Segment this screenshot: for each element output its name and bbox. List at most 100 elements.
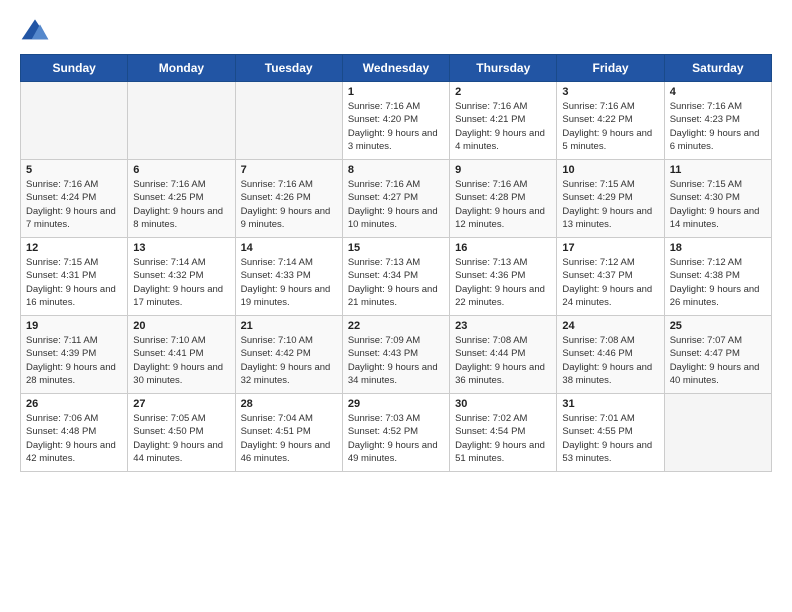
calendar-cell: 23 Sunrise: 7:08 AM Sunset: 4:44 PM Dayli… [450, 316, 557, 394]
day-info: Sunrise: 7:08 AM Sunset: 4:46 PM Dayligh… [562, 334, 658, 387]
day-number: 8 [348, 164, 444, 176]
logo [20, 16, 54, 46]
day-number: 25 [670, 320, 766, 332]
day-info: Sunrise: 7:01 AM Sunset: 4:55 PM Dayligh… [562, 412, 658, 465]
weekday-header-tuesday: Tuesday [235, 55, 342, 82]
day-number: 26 [26, 398, 122, 410]
calendar-cell: 9 Sunrise: 7:16 AM Sunset: 4:28 PM Daylig… [450, 160, 557, 238]
day-number: 3 [562, 86, 658, 98]
weekday-header-friday: Friday [557, 55, 664, 82]
day-number: 21 [241, 320, 337, 332]
calendar-cell: 14 Sunrise: 7:14 AM Sunset: 4:33 PM Dayli… [235, 238, 342, 316]
page-header [20, 16, 772, 46]
day-number: 18 [670, 242, 766, 254]
calendar-cell: 17 Sunrise: 7:12 AM Sunset: 4:37 PM Dayli… [557, 238, 664, 316]
weekday-header-monday: Monday [128, 55, 235, 82]
day-number: 20 [133, 320, 229, 332]
calendar-cell: 20 Sunrise: 7:10 AM Sunset: 4:41 PM Dayli… [128, 316, 235, 394]
day-number: 5 [26, 164, 122, 176]
weekday-header-sunday: Sunday [21, 55, 128, 82]
day-number: 19 [26, 320, 122, 332]
day-info: Sunrise: 7:08 AM Sunset: 4:44 PM Dayligh… [455, 334, 551, 387]
day-number: 29 [348, 398, 444, 410]
day-number: 27 [133, 398, 229, 410]
day-info: Sunrise: 7:16 AM Sunset: 4:20 PM Dayligh… [348, 100, 444, 153]
calendar-cell: 10Sunrise: 7:15 AM Sunset: 4:29 PM Dayli… [557, 160, 664, 238]
day-info: Sunrise: 7:10 AM Sunset: 4:42 PM Dayligh… [241, 334, 337, 387]
calendar-cell: 2 Sunrise: 7:16 AM Sunset: 4:21 PM Daylig… [450, 82, 557, 160]
day-info: Sunrise: 7:10 AM Sunset: 4:41 PM Dayligh… [133, 334, 229, 387]
weekday-header-thursday: Thursday [450, 55, 557, 82]
calendar-cell: 27 Sunrise: 7:05 AM Sunset: 4:50 PM Dayli… [128, 394, 235, 472]
day-info: Sunrise: 7:12 AM Sunset: 4:38 PM Dayligh… [670, 256, 766, 309]
week-row: 5 Sunrise: 7:16 AM Sunset: 4:24 PM Daylig… [21, 160, 772, 238]
day-number: 17 [562, 242, 658, 254]
calendar-cell: 8 Sunrise: 7:16 AM Sunset: 4:27 PM Daylig… [342, 160, 449, 238]
calendar-cell: 5 Sunrise: 7:16 AM Sunset: 4:24 PM Daylig… [21, 160, 128, 238]
day-number: 7 [241, 164, 337, 176]
calendar-cell [21, 82, 128, 160]
day-info: Sunrise: 7:09 AM Sunset: 4:43 PM Dayligh… [348, 334, 444, 387]
day-number: 23 [455, 320, 551, 332]
day-info: Sunrise: 7:15 AM Sunset: 4:31 PM Dayligh… [26, 256, 122, 309]
main-container: SundayMondayTuesdayWednesdayThursdayFrid… [0, 0, 792, 482]
day-info: Sunrise: 7:14 AM Sunset: 4:33 PM Dayligh… [241, 256, 337, 309]
day-number: 6 [133, 164, 229, 176]
calendar-cell: 16Sunrise: 7:13 AM Sunset: 4:36 PM Dayli… [450, 238, 557, 316]
calendar-cell: 18 Sunrise: 7:12 AM Sunset: 4:38 PM Dayli… [664, 238, 771, 316]
day-info: Sunrise: 7:05 AM Sunset: 4:50 PM Dayligh… [133, 412, 229, 465]
week-row: 26Sunrise: 7:06 AM Sunset: 4:48 PM Dayli… [21, 394, 772, 472]
calendar-cell: 12 Sunrise: 7:15 AM Sunset: 4:31 PM Dayli… [21, 238, 128, 316]
day-number: 10 [562, 164, 658, 176]
calendar-cell: 13 Sunrise: 7:14 AM Sunset: 4:32 PM Dayli… [128, 238, 235, 316]
day-info: Sunrise: 7:16 AM Sunset: 4:21 PM Dayligh… [455, 100, 551, 153]
day-number: 1 [348, 86, 444, 98]
day-number: 15 [348, 242, 444, 254]
calendar-cell [664, 394, 771, 472]
calendar-table: SundayMondayTuesdayWednesdayThursdayFrid… [20, 54, 772, 472]
day-info: Sunrise: 7:16 AM Sunset: 4:28 PM Dayligh… [455, 178, 551, 231]
day-number: 9 [455, 164, 551, 176]
day-number: 22 [348, 320, 444, 332]
day-info: Sunrise: 7:16 AM Sunset: 4:22 PM Dayligh… [562, 100, 658, 153]
day-number: 28 [241, 398, 337, 410]
day-number: 13 [133, 242, 229, 254]
day-info: Sunrise: 7:07 AM Sunset: 4:47 PM Dayligh… [670, 334, 766, 387]
calendar-cell: 15Sunrise: 7:13 AM Sunset: 4:34 PM Dayli… [342, 238, 449, 316]
weekday-header-row: SundayMondayTuesdayWednesdayThursdayFrid… [21, 55, 772, 82]
day-info: Sunrise: 7:16 AM Sunset: 4:23 PM Dayligh… [670, 100, 766, 153]
calendar-cell: 19 Sunrise: 7:11 AM Sunset: 4:39 PM Dayli… [21, 316, 128, 394]
calendar-cell: 25 Sunrise: 7:07 AM Sunset: 4:47 PM Dayli… [664, 316, 771, 394]
day-number: 14 [241, 242, 337, 254]
day-info: Sunrise: 7:16 AM Sunset: 4:25 PM Dayligh… [133, 178, 229, 231]
day-info: Sunrise: 7:03 AM Sunset: 4:52 PM Dayligh… [348, 412, 444, 465]
calendar-cell: 28 Sunrise: 7:04 AM Sunset: 4:51 PM Dayli… [235, 394, 342, 472]
day-number: 2 [455, 86, 551, 98]
day-info: Sunrise: 7:04 AM Sunset: 4:51 PM Dayligh… [241, 412, 337, 465]
day-info: Sunrise: 7:14 AM Sunset: 4:32 PM Dayligh… [133, 256, 229, 309]
calendar-cell: 22 Sunrise: 7:09 AM Sunset: 4:43 PM Dayli… [342, 316, 449, 394]
calendar-cell: 21 Sunrise: 7:10 AM Sunset: 4:42 PM Dayli… [235, 316, 342, 394]
day-info: Sunrise: 7:11 AM Sunset: 4:39 PM Dayligh… [26, 334, 122, 387]
day-number: 30 [455, 398, 551, 410]
logo-icon [20, 16, 50, 46]
day-number: 12 [26, 242, 122, 254]
calendar-cell: 31 Sunrise: 7:01 AM Sunset: 4:55 PM Dayli… [557, 394, 664, 472]
week-row: 12 Sunrise: 7:15 AM Sunset: 4:31 PM Dayli… [21, 238, 772, 316]
calendar-cell: 11Sunrise: 7:15 AM Sunset: 4:30 PM Dayli… [664, 160, 771, 238]
calendar-cell: 3 Sunrise: 7:16 AM Sunset: 4:22 PM Daylig… [557, 82, 664, 160]
calendar-cell: 1 Sunrise: 7:16 AM Sunset: 4:20 PM Daylig… [342, 82, 449, 160]
weekday-header-wednesday: Wednesday [342, 55, 449, 82]
week-row: 19 Sunrise: 7:11 AM Sunset: 4:39 PM Dayli… [21, 316, 772, 394]
day-number: 4 [670, 86, 766, 98]
weekday-header-saturday: Saturday [664, 55, 771, 82]
day-info: Sunrise: 7:12 AM Sunset: 4:37 PM Dayligh… [562, 256, 658, 309]
day-number: 31 [562, 398, 658, 410]
day-info: Sunrise: 7:16 AM Sunset: 4:24 PM Dayligh… [26, 178, 122, 231]
calendar-cell: 7 Sunrise: 7:16 AM Sunset: 4:26 PM Daylig… [235, 160, 342, 238]
calendar-cell: 30Sunrise: 7:02 AM Sunset: 4:54 PM Dayli… [450, 394, 557, 472]
day-info: Sunrise: 7:13 AM Sunset: 4:36 PM Dayligh… [455, 256, 551, 309]
calendar-cell: 24Sunrise: 7:08 AM Sunset: 4:46 PM Dayli… [557, 316, 664, 394]
day-info: Sunrise: 7:16 AM Sunset: 4:27 PM Dayligh… [348, 178, 444, 231]
day-info: Sunrise: 7:16 AM Sunset: 4:26 PM Dayligh… [241, 178, 337, 231]
